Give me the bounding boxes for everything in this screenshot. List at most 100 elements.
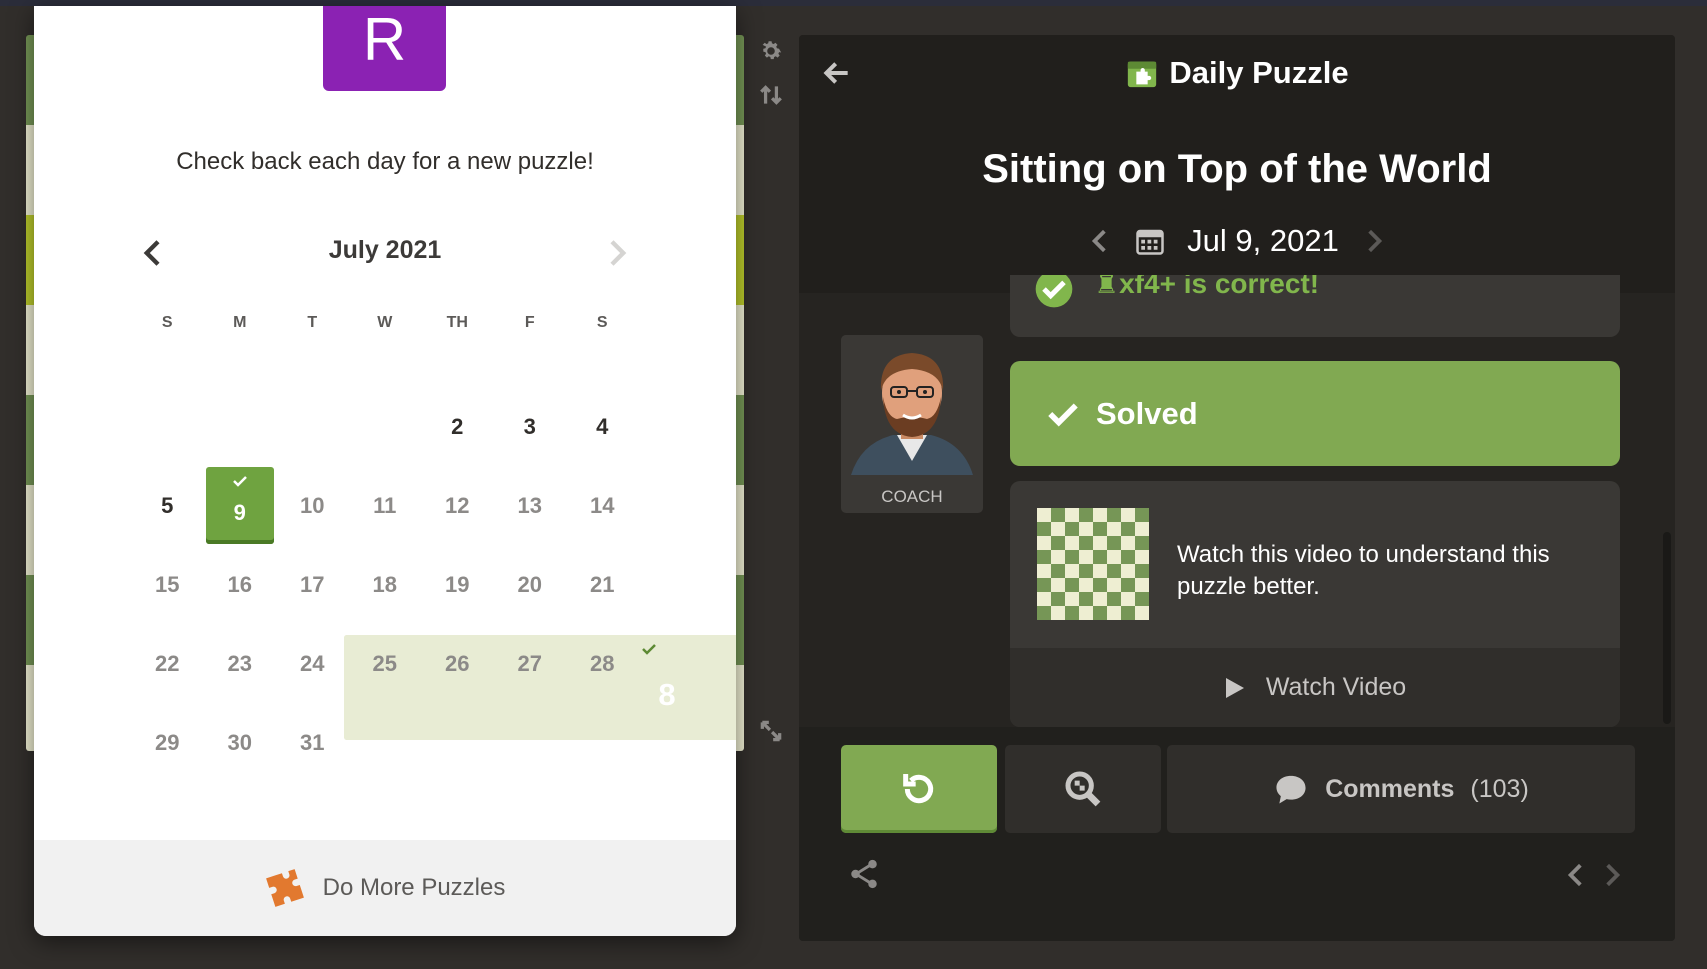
do-more-puzzles-button[interactable]: Do More Puzzles bbox=[34, 840, 736, 936]
watch-video-label: Watch Video bbox=[1265, 673, 1407, 701]
chevron-left-icon[interactable] bbox=[1563, 859, 1589, 891]
thumbnail-square bbox=[1121, 522, 1135, 536]
calendar-day-number: 24 bbox=[300, 650, 325, 676]
scrollbar[interactable] bbox=[1663, 532, 1671, 724]
puzzle-date: Jul 9, 2021 bbox=[1187, 223, 1339, 258]
calendar-icon[interactable] bbox=[1135, 226, 1165, 256]
calendar-day: 17 bbox=[278, 546, 347, 623]
calendar-day[interactable]: 9 bbox=[205, 467, 274, 544]
calendar-day: 27 bbox=[496, 625, 565, 702]
retry-button[interactable] bbox=[841, 745, 997, 833]
thumbnail-square bbox=[1065, 606, 1079, 620]
thumbnail-square bbox=[1107, 564, 1121, 578]
solved-label: Solved bbox=[1096, 395, 1198, 431]
thumbnail-square bbox=[1135, 522, 1149, 536]
calendar-day-number: 23 bbox=[227, 650, 252, 676]
thumbnail-square bbox=[1107, 606, 1121, 620]
calendar-day-number: 29 bbox=[155, 729, 180, 755]
watch-video-button[interactable]: Watch Video bbox=[1010, 648, 1620, 727]
calendar-day: 20 bbox=[496, 546, 565, 623]
calendar-day-number: 21 bbox=[590, 571, 615, 597]
solved-banner: Solved bbox=[1010, 361, 1620, 466]
calendar-day: 15 bbox=[133, 546, 202, 623]
chevron-right-icon[interactable] bbox=[1599, 859, 1625, 891]
calendar-day-number: 11 bbox=[373, 492, 397, 518]
calendar-day-number: 14 bbox=[590, 492, 615, 518]
calendar-day[interactable]: 5 bbox=[133, 467, 202, 544]
calendar-day-number: 4 bbox=[596, 413, 609, 439]
calendar-day-number: 8 bbox=[658, 676, 676, 712]
analysis-button[interactable] bbox=[1005, 745, 1161, 833]
bottom-toolbar: Comments (103) bbox=[799, 727, 1675, 941]
check-circle-icon bbox=[1035, 275, 1073, 308]
calendar-day: 26 bbox=[423, 625, 492, 702]
comments-count: (103) bbox=[1470, 774, 1529, 803]
coach-avatar: COACH bbox=[841, 335, 983, 513]
puzzle-title: Sitting on Top of the World bbox=[982, 147, 1492, 191]
video-description: Watch this video to understand this puzz… bbox=[1177, 541, 1550, 600]
thumbnail-square bbox=[1065, 592, 1079, 606]
calendar-day: 13 bbox=[496, 467, 565, 544]
share-icon[interactable] bbox=[847, 857, 881, 891]
calendar-day-number: 27 bbox=[517, 650, 542, 676]
thumbnail-square bbox=[1079, 536, 1093, 550]
calendar-empty-cell bbox=[206, 388, 275, 465]
thumbnail-square bbox=[1093, 592, 1107, 606]
calendar-day[interactable]: 2 bbox=[423, 388, 492, 465]
thumbnail-square bbox=[1051, 592, 1065, 606]
do-more-puzzles-label: Do More Puzzles bbox=[322, 874, 506, 901]
thumbnail-square bbox=[1107, 578, 1121, 592]
thumbnail-square bbox=[1051, 508, 1065, 522]
thumbnail-square bbox=[1079, 592, 1093, 606]
calendar-day: 29 bbox=[133, 704, 202, 781]
video-thumbnail[interactable] bbox=[1037, 508, 1149, 620]
thumbnail-square bbox=[1051, 564, 1065, 578]
thumbnail-square bbox=[1093, 564, 1107, 578]
calendar-empty-cell bbox=[133, 388, 202, 465]
calendar-day-number: 26 bbox=[445, 650, 470, 676]
video-card: Watch this video to understand this puzz… bbox=[1010, 481, 1620, 727]
expand-icon[interactable] bbox=[754, 714, 788, 748]
calendar-grid: S M T W TH F S 1234567891011121314151617… bbox=[131, 308, 736, 782]
thumbnail-square bbox=[1107, 592, 1121, 606]
panel-title: Daily Puzzle bbox=[799, 55, 1675, 91]
check-icon bbox=[1048, 402, 1078, 427]
calendar-day: 10 bbox=[278, 467, 347, 544]
thumbnail-square bbox=[1079, 522, 1093, 536]
calendar-day: 28 bbox=[568, 625, 637, 702]
check-icon bbox=[232, 476, 247, 487]
calendar-day: 24 bbox=[278, 625, 347, 702]
chevron-right-icon[interactable] bbox=[1361, 225, 1387, 257]
comments-label: Comments bbox=[1325, 774, 1455, 803]
thumbnail-square bbox=[1121, 564, 1135, 578]
thumbnail-square bbox=[1093, 578, 1107, 592]
thumbnail-square bbox=[1135, 550, 1149, 564]
thumbnail-square bbox=[1121, 606, 1135, 620]
calendar-day-number: 31 bbox=[300, 729, 325, 755]
thumbnail-square bbox=[1037, 564, 1051, 578]
calendar-day-number: 18 bbox=[372, 571, 397, 597]
calendar-day-number: 16 bbox=[227, 571, 252, 597]
thumbnail-square bbox=[1051, 536, 1065, 550]
comments-button[interactable]: Comments (103) bbox=[1167, 745, 1635, 833]
calendar-day[interactable]: 4 bbox=[568, 388, 637, 465]
puzzle-piece-icon bbox=[265, 869, 304, 907]
thumbnail-square bbox=[1079, 550, 1093, 564]
magnifier-icon bbox=[1065, 771, 1101, 807]
thumbnail-square bbox=[1135, 564, 1149, 578]
chevron-left-icon[interactable] bbox=[1087, 225, 1113, 257]
daily-puzzle-panel: Daily Puzzle Sitting on Top of the World… bbox=[799, 35, 1675, 941]
calendar-day[interactable]: 3 bbox=[496, 388, 565, 465]
calendar-day-number: 22 bbox=[155, 650, 180, 676]
calendar-header: July 2021 bbox=[34, 230, 736, 270]
thumbnail-square bbox=[1037, 592, 1051, 606]
puzzle-calendar-icon bbox=[1128, 61, 1157, 88]
calendar-day-number: 12 bbox=[445, 492, 470, 518]
flip-board-icon[interactable] bbox=[754, 78, 788, 112]
thumbnail-square bbox=[1121, 550, 1135, 564]
weekday-label: T bbox=[307, 314, 318, 331]
calendar-day-number: 2 bbox=[451, 413, 464, 439]
thumbnail-square bbox=[1037, 536, 1051, 550]
thumbnail-square bbox=[1093, 522, 1107, 536]
gear-icon[interactable] bbox=[754, 34, 788, 68]
